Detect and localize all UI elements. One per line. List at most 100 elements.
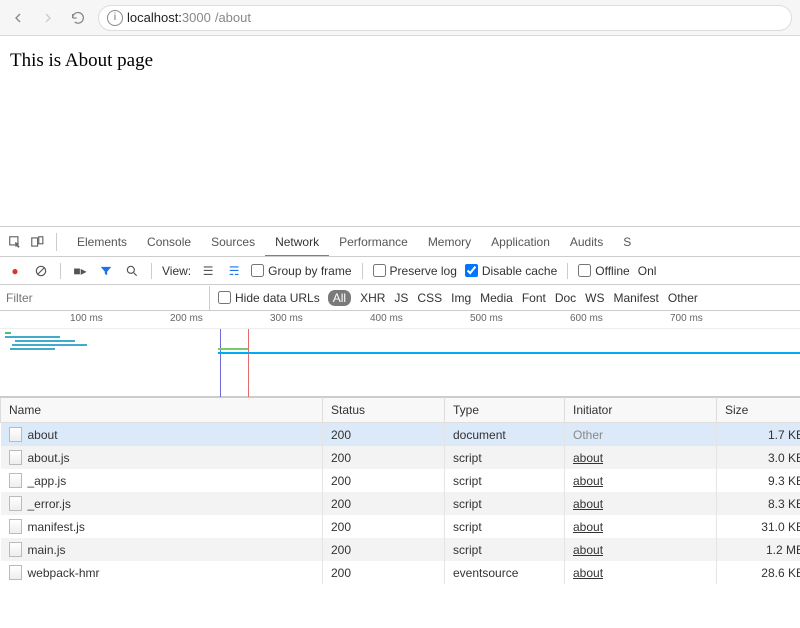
network-toolbar: ● ■▸ View: ☰ ☴ Group by frame Preserve l… [0, 257, 800, 285]
file-icon [9, 565, 22, 580]
initiator-link[interactable]: about [573, 520, 603, 534]
url-host: localhost:3000 [127, 10, 211, 25]
record-button[interactable]: ● [6, 262, 24, 280]
timeline-body [0, 329, 800, 397]
page-content: This is About page [0, 36, 800, 226]
tab-elements[interactable]: Elements [67, 227, 137, 257]
request-size: 1.2 MB [717, 538, 800, 561]
request-name: manifest.js [28, 520, 85, 534]
timeline-ruler: 100 ms200 ms300 ms400 ms500 ms600 ms700 … [0, 311, 800, 329]
table-row[interactable]: webpack-hmr200eventsourceabout28.6 KB [1, 561, 800, 584]
filter-type-img[interactable]: Img [451, 291, 471, 305]
timeline-tick: 600 ms [570, 313, 603, 324]
arrow-right-icon [40, 10, 56, 26]
filter-type-js[interactable]: JS [394, 291, 408, 305]
request-type: eventsource [445, 561, 565, 584]
filter-input[interactable] [0, 286, 210, 310]
site-info-icon[interactable]: i [107, 10, 123, 26]
request-status: 200 [323, 538, 445, 561]
request-size: 31.0 KB [717, 515, 800, 538]
table-row[interactable]: _app.js 200script about 9.3 KB [1, 469, 800, 492]
nav-reload-button[interactable] [68, 8, 88, 28]
table-row[interactable]: about.js200scriptabout3.0 KB [1, 446, 800, 469]
preserve-log-checkbox[interactable]: Preserve log [373, 264, 457, 278]
online-dropdown[interactable]: Onl [638, 264, 657, 278]
tab-s[interactable]: S [613, 227, 641, 257]
filter-type-media[interactable]: Media [480, 291, 513, 305]
tab-console[interactable]: Console [137, 227, 201, 257]
device-toggle-icon[interactable] [28, 233, 46, 251]
filter-type-xhr[interactable]: XHR [360, 291, 385, 305]
request-name: about [28, 428, 58, 442]
col-initiator[interactable]: Initiator [565, 398, 717, 423]
view-waterfall-icon[interactable]: ☴ [225, 262, 243, 280]
view-list-icon[interactable]: ☰ [199, 262, 217, 280]
tab-network[interactable]: Network [265, 227, 329, 257]
request-size: 9.3 KB [717, 469, 800, 492]
group-by-frame-checkbox[interactable]: Group by frame [251, 264, 351, 278]
devtools-panel: ElementsConsoleSourcesNetworkPerformance… [0, 226, 800, 584]
request-type: script [445, 515, 565, 538]
filter-type-manifest[interactable]: Manifest [614, 291, 659, 305]
search-icon[interactable] [123, 262, 141, 280]
tab-memory[interactable]: Memory [418, 227, 481, 257]
tab-performance[interactable]: Performance [329, 227, 418, 257]
table-row[interactable]: manifest.js200scriptabout31.0 KB [1, 515, 800, 538]
col-size[interactable]: Size [717, 398, 800, 423]
timeline-tick: 700 ms [670, 313, 703, 324]
request-size: 28.6 KB [717, 561, 800, 584]
initiator-link[interactable]: about [573, 497, 603, 511]
filter-type-other[interactable]: Other [668, 291, 698, 305]
request-size: 8.3 KB [717, 492, 800, 515]
file-icon [9, 542, 22, 557]
timeline-tick: 400 ms [370, 313, 403, 324]
filter-type-css[interactable]: CSS [417, 291, 442, 305]
timeline-tick: 500 ms [470, 313, 503, 324]
disable-cache-checkbox[interactable]: Disable cache [465, 264, 557, 278]
col-status[interactable]: Status [323, 398, 445, 423]
nav-back-button[interactable] [8, 8, 28, 28]
initiator-link[interactable]: about [573, 543, 603, 557]
table-row[interactable]: _error.js200scriptabout8.3 KB [1, 492, 800, 515]
url-bar[interactable]: i localhost:3000 /about [98, 5, 792, 31]
table-row[interactable]: about200documentOther1.7 KB [1, 423, 800, 447]
request-name: _app.js [28, 474, 67, 488]
request-type: script [445, 538, 565, 561]
file-icon [9, 450, 22, 465]
initiator-link[interactable]: about [573, 474, 603, 488]
initiator-link[interactable]: about [573, 566, 603, 580]
initiator-link[interactable]: about [573, 451, 603, 465]
col-type[interactable]: Type [445, 398, 565, 423]
page-text: This is About page [10, 50, 153, 71]
filter-toggle-icon[interactable] [97, 262, 115, 280]
request-type: script [445, 469, 565, 492]
timeline-tick: 300 ms [270, 313, 303, 324]
request-size: 1.7 KB [717, 423, 800, 447]
tab-application[interactable]: Application [481, 227, 560, 257]
file-icon [9, 473, 22, 488]
filter-type-doc[interactable]: Doc [555, 291, 576, 305]
hide-data-urls-checkbox[interactable]: Hide data URLs [218, 291, 320, 305]
request-status: 200 [323, 469, 445, 492]
filter-type-ws[interactable]: WS [585, 291, 604, 305]
inspect-icon[interactable] [6, 233, 24, 251]
offline-checkbox[interactable]: Offline [578, 264, 629, 278]
arrow-left-icon [10, 10, 26, 26]
nav-forward-button[interactable] [38, 8, 58, 28]
network-timeline[interactable]: 100 ms200 ms300 ms400 ms500 ms600 ms700 … [0, 311, 800, 397]
request-status: 200 [323, 561, 445, 584]
filter-type-font[interactable]: Font [522, 291, 546, 305]
table-row[interactable]: main.js200scriptabout1.2 MB [1, 538, 800, 561]
view-label: View: [162, 264, 191, 278]
col-name[interactable]: Name [1, 398, 323, 423]
request-status: 200 [323, 492, 445, 515]
filter-type-all[interactable]: All [328, 290, 351, 306]
request-type: document [445, 423, 565, 447]
initiator-text: Other [573, 428, 603, 442]
file-icon [9, 496, 22, 511]
tab-sources[interactable]: Sources [201, 227, 265, 257]
camera-icon[interactable]: ■▸ [71, 262, 89, 280]
reload-icon [70, 10, 86, 26]
clear-button[interactable] [32, 262, 50, 280]
tab-audits[interactable]: Audits [560, 227, 613, 257]
